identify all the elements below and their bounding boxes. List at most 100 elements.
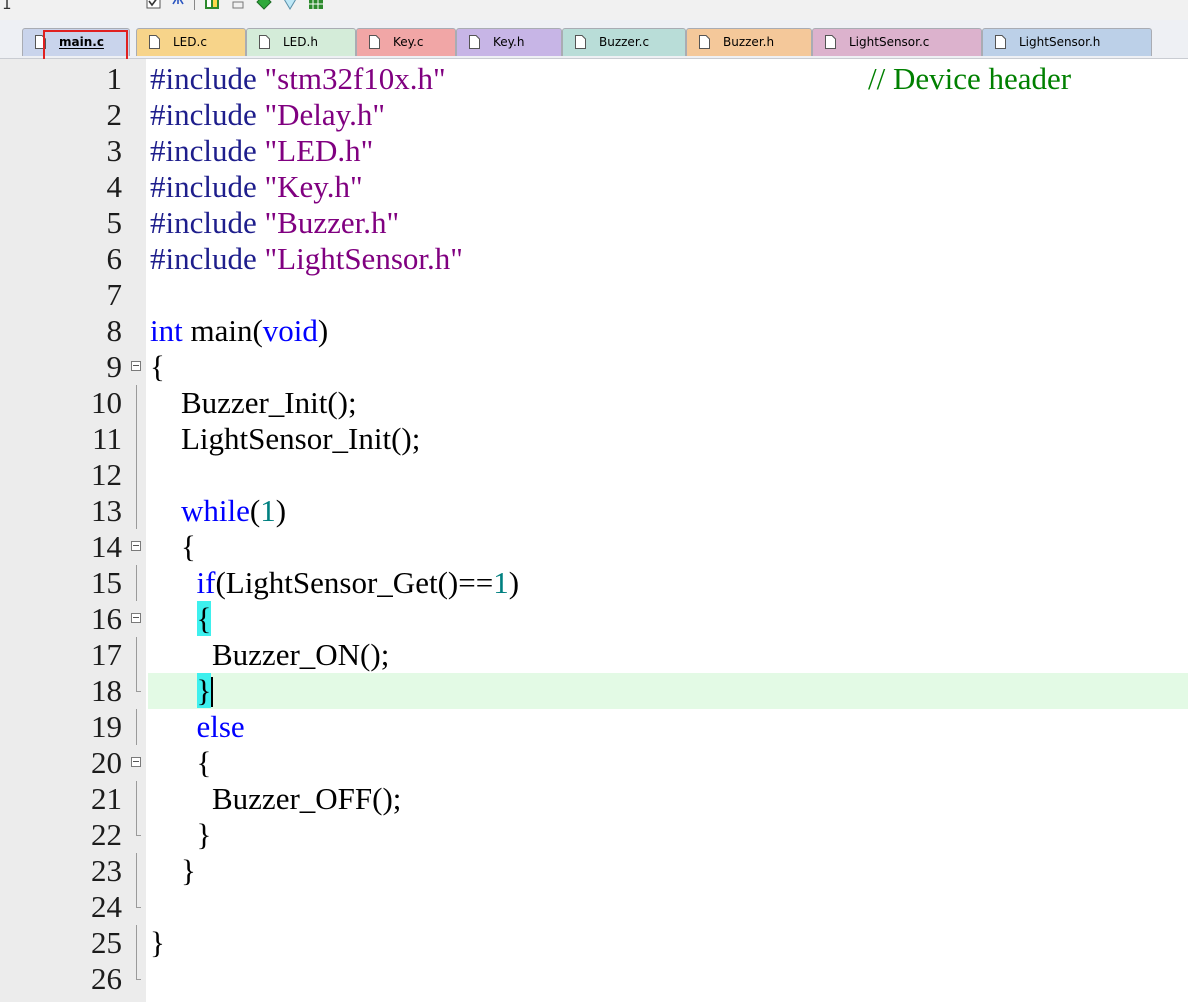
tab-key-c[interactable]: Key.c (356, 28, 456, 56)
code-token: main( (182, 313, 263, 348)
code-line[interactable]: 23 } (0, 853, 1188, 889)
code-line[interactable]: 24 (0, 889, 1188, 925)
code-text[interactable]: else (148, 709, 1188, 745)
code-line[interactable]: 6 #include "LightSensor.h" (0, 241, 1188, 277)
code-token: { (150, 745, 212, 780)
code-line[interactable]: 19 else (0, 709, 1188, 745)
fold-collapse-icon[interactable] (131, 529, 143, 565)
code-text[interactable]: int main(void) (148, 313, 1188, 349)
code-text[interactable]: } (148, 853, 1188, 889)
line-number: 10 (91, 385, 122, 420)
code-line[interactable]: 11 LightSensor_Init(); (0, 421, 1188, 457)
line-number: 6 (106, 241, 123, 276)
code-text[interactable] (148, 277, 1188, 313)
code-line[interactable]: 13 while(1) (0, 493, 1188, 529)
window-icon[interactable] (204, 0, 220, 10)
code-text[interactable]: while(1) (148, 493, 1188, 529)
line-number: 17 (91, 637, 122, 672)
code-text[interactable] (148, 889, 1188, 925)
tab-buzzer-h[interactable]: Buzzer.h (686, 28, 812, 56)
tab-led-h[interactable]: LED.h (246, 28, 356, 56)
fold-collapse-icon[interactable] (131, 601, 143, 637)
line-number: 3 (106, 133, 123, 168)
code-line[interactable]: 18 } (0, 673, 1188, 709)
code-token: { (150, 349, 165, 384)
code-text[interactable]: { (148, 745, 1188, 781)
toolbar: 1 (0, 0, 1188, 20)
code-text[interactable]: } (148, 925, 1188, 961)
line-number: 11 (92, 421, 122, 456)
code-token: #include (150, 61, 265, 96)
code-token: 1 (493, 565, 509, 600)
code-text[interactable]: #include "Delay.h" (148, 97, 1188, 133)
tab-label: Key.h (493, 35, 525, 49)
code-line[interactable]: 1 #include "stm32f10x.h" // Device header (0, 61, 1188, 97)
code-line[interactable]: 9{ (0, 349, 1188, 385)
code-token: #include (150, 169, 265, 204)
code-text[interactable]: #include "Buzzer.h" (148, 205, 1188, 241)
code-text[interactable]: } (148, 817, 1188, 853)
fold-guide-line (131, 853, 143, 889)
tab-label: main.c (59, 35, 104, 49)
grid-icon[interactable] (308, 0, 324, 10)
code-line[interactable]: 5 #include "Buzzer.h" (0, 205, 1188, 241)
code-text[interactable]: Buzzer_Init(); (148, 385, 1188, 421)
code-line[interactable]: 25} (0, 925, 1188, 961)
code-text[interactable]: { (148, 349, 1188, 385)
code-token: } (150, 817, 212, 852)
code-token: } (150, 853, 196, 888)
diamond-icon[interactable] (256, 0, 272, 10)
gem-icon[interactable] (282, 0, 298, 10)
tree-icon[interactable] (170, 0, 186, 10)
code-line[interactable]: 15 if(LightSensor_Get()==1) (0, 565, 1188, 601)
code-editor[interactable]: 1 #include "stm32f10x.h"// Device header 2… (0, 59, 1188, 1002)
code-token: else (196, 709, 245, 744)
fold-guide-line (131, 781, 143, 817)
code-line[interactable]: 20 { (0, 745, 1188, 781)
code-line[interactable]: 14 { (0, 529, 1188, 565)
code-line[interactable]: 7 (0, 277, 1188, 313)
code-line[interactable]: 3 #include "LED.h" (0, 133, 1188, 169)
code-text[interactable]: #include "LightSensor.h" (148, 241, 1188, 277)
code-line[interactable]: 4 #include "Key.h" (0, 169, 1188, 205)
code-text[interactable]: } (148, 673, 1188, 709)
layout-icon[interactable] (230, 0, 246, 10)
code-text[interactable] (148, 961, 1188, 997)
code-text[interactable]: { (148, 601, 1188, 637)
code-line[interactable]: 21 Buzzer_OFF(); (0, 781, 1188, 817)
code-text[interactable]: if(LightSensor_Get()==1) (148, 565, 1188, 601)
tab-led-c[interactable]: LED.c (136, 28, 246, 56)
checkbox-icon[interactable] (146, 0, 162, 10)
code-line[interactable]: 16 { (0, 601, 1188, 637)
tab-buzzer-c[interactable]: Buzzer.c (562, 28, 686, 56)
code-line[interactable]: 2 #include "Delay.h" (0, 97, 1188, 133)
brace-match: } (196, 673, 212, 708)
code-line[interactable]: 10 Buzzer_Init(); (0, 385, 1188, 421)
code-line[interactable]: 26 (0, 961, 1188, 997)
code-text[interactable]: { (148, 529, 1188, 565)
code-line[interactable]: 12 (0, 457, 1188, 493)
code-text[interactable]: #include "LED.h" (148, 133, 1188, 169)
fold-guide-line (131, 385, 143, 421)
code-line[interactable]: 8 int main(void) (0, 313, 1188, 349)
fold-collapse-icon[interactable] (131, 349, 143, 385)
code-line[interactable]: 22 } (0, 817, 1188, 853)
tab-lightsensor-h[interactable]: LightSensor.h (982, 28, 1152, 56)
code-text[interactable]: #include "Key.h" (148, 169, 1188, 205)
code-text[interactable]: Buzzer_ON(); (148, 637, 1188, 673)
line-number: 7 (106, 277, 123, 312)
file-tab-bar: main.c LED.c LED.h Key.c Key.h Buzzer.c … (0, 20, 1188, 88)
code-text[interactable] (148, 457, 1188, 493)
fold-collapse-icon[interactable] (131, 745, 143, 781)
code-token: Buzzer_ON(); (150, 637, 390, 672)
code-line[interactable]: 17 Buzzer_ON(); (0, 637, 1188, 673)
code-text[interactable]: Buzzer_OFF(); (148, 781, 1188, 817)
tab-main-c[interactable]: main.c (22, 28, 130, 56)
line-number: 9 (106, 349, 123, 384)
tab-lightsensor-c[interactable]: LightSensor.c (812, 28, 982, 56)
tab-key-h[interactable]: Key.h (456, 28, 562, 56)
code-text[interactable]: LightSensor_Init(); (148, 421, 1188, 457)
